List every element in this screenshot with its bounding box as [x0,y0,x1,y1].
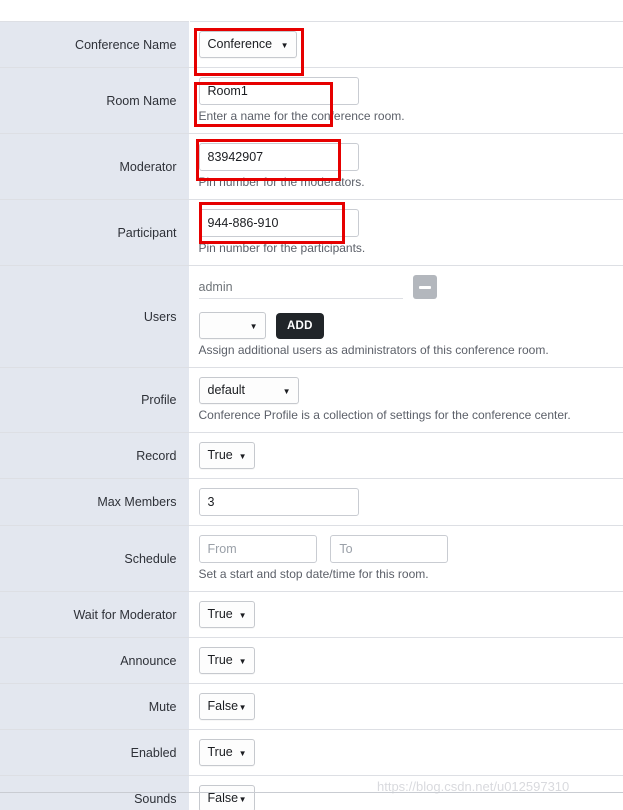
announce-select-value: True [207,653,233,667]
field-label-room-name: Room Name [0,67,190,134]
chevron-down-icon: ▼ [282,387,291,396]
field-cell-conference-name: Conference ▼ [188,21,623,68]
field-cell-moderator: 83942907 Pin number for the moderators. [188,133,623,200]
field-label-moderator: Moderator [0,133,190,200]
moderator-help: Pin number for the moderators. [198,175,365,189]
table-row: Record True ▼ [0,432,623,479]
field-label-record: Record [0,432,190,479]
field-label-schedule: Schedule [0,525,190,592]
conference-room-settings-page: Conference Name Conference ▼ Room Name R… [0,0,623,810]
moderator-pin-input[interactable]: 83942907 [198,143,359,171]
table-row: Conference Name Conference ▼ [0,21,623,68]
existing-user-input[interactable]: admin [198,275,403,299]
field-cell-room-name: Room1 Enter a name for the conference ro… [188,67,623,134]
field-label-wait-for-moderator: Wait for Moderator [0,591,190,638]
field-cell-max-members: 3 [188,478,623,526]
table-row: Participant 944-886-910 Pin number for t… [0,199,623,266]
conference-settings-form: Conference Name Conference ▼ Room Name R… [0,21,623,810]
field-cell-profile: default ▼ Conference Profile is a collec… [188,367,623,433]
room-name-input[interactable]: Room1 [198,77,359,105]
profile-help: Conference Profile is a collection of se… [198,408,571,422]
chevron-down-icon: ▼ [249,322,258,331]
participant-help: Pin number for the participants. [198,241,366,255]
table-row: Room Name Room1 Enter a name for the con… [0,67,623,134]
schedule-from-input[interactable]: From [198,535,317,563]
max-members-input[interactable]: 3 [198,488,359,516]
field-label-conference-name: Conference Name [0,21,190,68]
field-label-profile: Profile [0,367,190,433]
field-cell-users: admin ▼ ADD Assign additional users as a… [188,265,623,368]
profile-select[interactable]: default ▼ [198,377,299,404]
field-label-max-members: Max Members [0,478,190,526]
users-help: Assign additional users as administrator… [198,343,549,357]
chevron-down-icon: ▼ [238,703,247,712]
chevron-down-icon: ▼ [280,41,289,50]
sounds-select[interactable]: False ▼ [198,785,255,810]
field-cell-announce: True ▼ [188,637,623,684]
schedule-help: Set a start and stop date/time for this … [198,567,429,581]
enabled-select[interactable]: True ▼ [198,739,255,766]
table-row: Wait for Moderator True ▼ [0,591,623,638]
mute-select[interactable]: False ▼ [198,693,255,720]
conference-name-select[interactable]: Conference ▼ [198,31,297,58]
table-row: Max Members 3 [0,478,623,526]
field-cell-enabled: True ▼ [188,729,623,776]
chevron-down-icon: ▼ [238,611,247,620]
field-label-participant: Participant [0,199,190,266]
enabled-select-value: True [207,745,233,759]
sounds-select-value: False [207,791,239,805]
announce-select[interactable]: True ▼ [198,647,255,674]
field-cell-mute: False ▼ [188,683,623,730]
table-row: Moderator 83942907 Pin number for the mo… [0,133,623,200]
profile-select-value: default [207,383,246,397]
field-cell-participant: 944-886-910 Pin number for the participa… [188,199,623,266]
field-label-mute: Mute [0,683,190,730]
table-row: Announce True ▼ [0,637,623,684]
wait-for-moderator-select-value: True [207,607,233,621]
chevron-down-icon: ▼ [238,452,247,461]
remove-user-button[interactable] [412,275,437,299]
chevron-down-icon: ▼ [238,749,247,758]
field-cell-wait-for-moderator: True ▼ [188,591,623,638]
record-select[interactable]: True ▼ [198,442,255,469]
conference-name-select-value: Conference [207,37,273,51]
bottom-divider [0,792,623,793]
wait-for-moderator-select[interactable]: True ▼ [198,601,255,628]
chevron-down-icon: ▼ [238,795,247,804]
mute-select-value: False [207,699,239,713]
schedule-to-input[interactable]: To [330,535,449,563]
table-row: Enabled True ▼ [0,729,623,776]
existing-user-row: admin [198,275,623,299]
add-user-row: ▼ ADD [198,312,623,339]
add-user-select[interactable]: ▼ [198,312,266,339]
room-name-help: Enter a name for the conference room. [198,109,405,123]
field-cell-record: True ▼ [188,432,623,479]
table-row: Profile default ▼ Conference Profile is … [0,367,623,433]
table-row: Users admin ▼ ADD Assign additional user… [0,265,623,368]
participant-pin-input[interactable]: 944-886-910 [198,209,359,237]
table-row: Schedule From To Set a start and stop da… [0,525,623,592]
table-row: Mute False ▼ [0,683,623,730]
add-user-button[interactable]: ADD [275,312,324,339]
field-label-enabled: Enabled [0,729,190,776]
record-select-value: True [207,448,233,462]
field-label-users: Users [0,265,190,368]
field-label-announce: Announce [0,637,190,684]
chevron-down-icon: ▼ [238,657,247,666]
field-cell-schedule: From To Set a start and stop date/time f… [188,525,623,592]
